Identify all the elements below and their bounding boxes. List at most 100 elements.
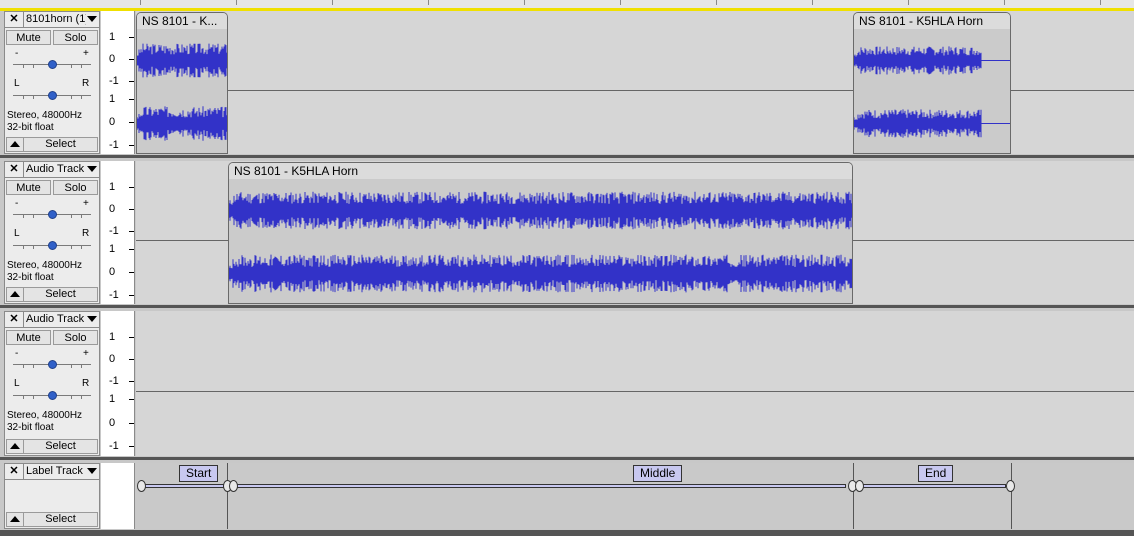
pan-slider[interactable] — [13, 90, 91, 100]
track-name-menu[interactable]: Label Track — [23, 464, 86, 479]
label-handle-left[interactable] — [229, 480, 238, 492]
close-track-button[interactable]: ✕ — [7, 313, 21, 326]
label-end[interactable]: End — [918, 465, 954, 482]
bottom-separator — [0, 530, 1134, 536]
label-start[interactable]: Start — [179, 465, 219, 482]
label-track-ruler — [101, 463, 135, 529]
sample-rate-text: Stereo, 48000Hz — [7, 410, 83, 421]
bit-depth-text: 32-bit float — [7, 272, 54, 283]
gain-slider-thumb[interactable] — [48, 60, 57, 69]
scale-label: -1 — [109, 440, 119, 452]
channel-divider — [136, 391, 1134, 392]
scale-label: 1 — [109, 31, 116, 43]
track-format-info: Stereo, 48000Hz 32-bit float — [7, 260, 82, 284]
gain-slider[interactable] — [13, 209, 91, 219]
solo-button[interactable]: Solo — [53, 30, 98, 45]
scale-label: 1 — [109, 331, 116, 343]
track-name-menu[interactable]: Audio Track — [23, 312, 86, 327]
select-track-button[interactable]: Select — [6, 512, 98, 527]
scale-label: -1 — [109, 75, 119, 87]
pan-right-label: R — [82, 228, 90, 239]
label-boundary-line — [853, 463, 854, 529]
clip-title[interactable]: NS 8101 - K... — [137, 13, 227, 29]
gain-minus-label: - — [15, 198, 19, 209]
scale-label: -1 — [109, 289, 119, 301]
solo-button[interactable]: Solo — [53, 180, 98, 195]
label-track-control-panel: ✕ Label Track Select — [4, 463, 100, 529]
track-waveform-area-3[interactable] — [136, 311, 1134, 456]
scale-label: 1 — [109, 243, 116, 255]
solo-button[interactable]: Solo — [53, 330, 98, 345]
track-name-bar: ✕ 8101horn (1) — [5, 12, 99, 28]
waveform — [137, 43, 227, 141]
audio-clip[interactable]: NS 8101 - K5HLA Horn — [853, 12, 1011, 154]
clip-title[interactable]: NS 8101 - K5HLA Horn — [229, 163, 852, 179]
mute-button[interactable]: Mute — [6, 180, 51, 195]
label-boundary-line — [227, 463, 228, 529]
collapse-up-icon[interactable] — [10, 443, 20, 449]
track-control-panel-3: ✕ Audio Track Mute Solo - + L R Stereo, … — [4, 311, 100, 456]
label-handle-left[interactable] — [137, 480, 146, 492]
gain-slider[interactable] — [13, 359, 91, 369]
collapse-up-icon[interactable] — [10, 141, 20, 147]
select-track-button[interactable]: Select — [6, 287, 98, 302]
collapse-up-icon[interactable] — [10, 291, 20, 297]
scale-label: 0 — [109, 53, 116, 65]
pan-slider-thumb[interactable] — [48, 241, 57, 250]
select-track-button[interactable]: Select — [6, 439, 98, 454]
close-track-button[interactable]: ✕ — [7, 465, 21, 478]
scale-label: -1 — [109, 375, 119, 387]
chevron-down-icon[interactable] — [87, 166, 97, 172]
scale-label: 0 — [109, 353, 116, 365]
label-region-bar[interactable] — [142, 484, 224, 488]
chevron-down-icon[interactable] — [87, 16, 97, 22]
vertical-ruler-1[interactable]: 1 0 -1 1 0 -1 — [101, 11, 135, 154]
pan-slider-thumb[interactable] — [48, 91, 57, 100]
track-name-menu[interactable]: 8101horn (1) — [23, 12, 86, 27]
collapse-up-icon[interactable] — [10, 516, 20, 522]
label-handle-left[interactable] — [855, 480, 864, 492]
close-track-button[interactable]: ✕ — [7, 163, 21, 176]
audio-clip[interactable]: NS 8101 - K... — [136, 12, 228, 154]
select-label: Select — [23, 513, 97, 526]
waveform — [854, 46, 1010, 138]
label-region-bar[interactable] — [860, 484, 1006, 488]
label-middle[interactable]: Middle — [633, 465, 683, 482]
clip-title[interactable]: NS 8101 - K5HLA Horn — [854, 13, 1010, 29]
mute-button[interactable]: Mute — [6, 330, 51, 345]
track-control-panel-2: ✕ Audio Track Mute Solo - + L R Stereo, … — [4, 161, 100, 304]
pan-slider[interactable] — [13, 240, 91, 250]
track-name-bar: ✕ Audio Track — [5, 312, 99, 328]
select-track-button[interactable]: Select — [6, 137, 98, 152]
pan-left-label: L — [14, 78, 20, 89]
scale-label: -1 — [109, 139, 119, 151]
track-separator — [0, 457, 1134, 460]
scale-label: 0 — [109, 116, 116, 128]
bit-depth-text: 32-bit float — [7, 122, 54, 133]
mute-button[interactable]: Mute — [6, 30, 51, 45]
track-separator — [0, 305, 1134, 308]
audio-clip[interactable]: NS 8101 - K5HLA Horn — [228, 162, 853, 304]
gain-slider-thumb[interactable] — [48, 210, 57, 219]
close-track-button[interactable]: ✕ — [7, 13, 21, 26]
track-separator — [0, 155, 1134, 158]
track-name-bar: ✕ Audio Track — [5, 162, 99, 178]
gain-slider[interactable] — [13, 59, 91, 69]
select-label: Select — [23, 138, 97, 151]
vertical-ruler-2[interactable]: 1 0 -1 1 0 -1 — [101, 161, 135, 304]
vertical-ruler-3[interactable]: 1 0 -1 1 0 -1 — [101, 311, 135, 456]
gain-plus-label: + — [83, 48, 89, 59]
pan-left-label: L — [14, 228, 20, 239]
waveform — [229, 191, 852, 293]
track-control-panel-1: ✕ 8101horn (1) Mute Solo - + L R Stereo,… — [4, 11, 100, 154]
chevron-down-icon[interactable] — [87, 468, 97, 474]
track-name-menu[interactable]: Audio Track — [23, 162, 86, 177]
label-region-bar[interactable] — [234, 484, 846, 488]
label-handle-right[interactable] — [1006, 480, 1015, 492]
scale-label: -1 — [109, 225, 119, 237]
pan-slider[interactable] — [13, 390, 91, 400]
chevron-down-icon[interactable] — [87, 316, 97, 322]
scale-label: 1 — [109, 393, 116, 405]
pan-slider-thumb[interactable] — [48, 391, 57, 400]
gain-slider-thumb[interactable] — [48, 360, 57, 369]
